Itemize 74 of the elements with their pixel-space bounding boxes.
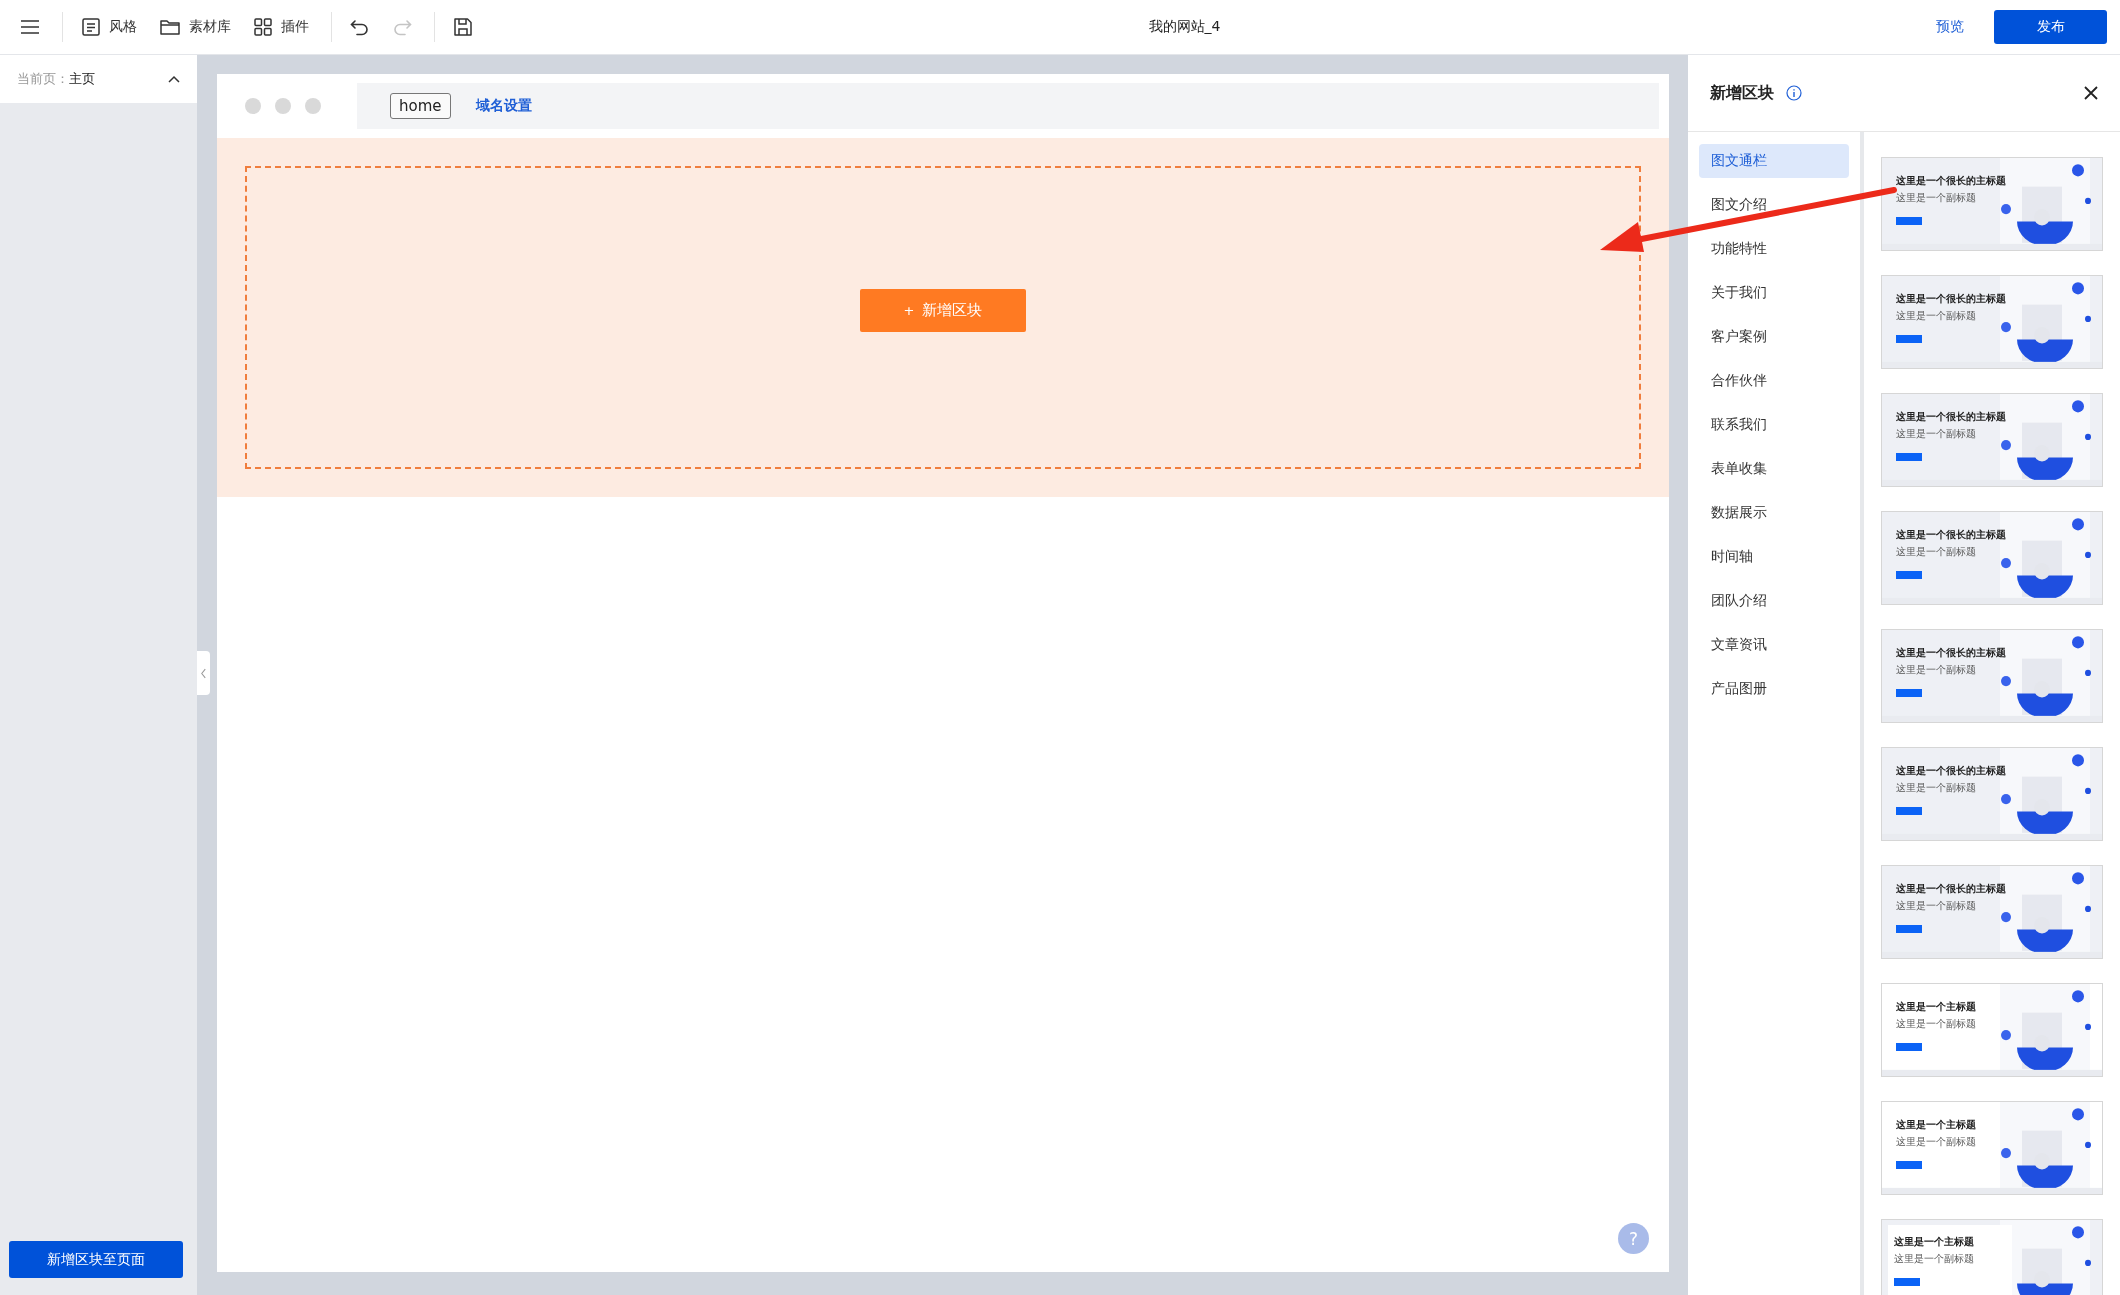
category-item[interactable]: 产品图册	[1699, 672, 1849, 706]
template-thumbnail[interactable]: 这里是一个主标题 这里是一个副标题	[1881, 1219, 2103, 1295]
category-item[interactable]: 关于我们	[1699, 276, 1849, 310]
template-title: 这里是一个很长的主标题	[1896, 528, 2007, 542]
template-title: 这里是一个很长的主标题	[1896, 174, 2007, 188]
folder-icon	[159, 17, 181, 37]
template-button-preview	[1896, 335, 1922, 343]
template-thumbnail[interactable]: 这里是一个很长的主标题 这里是一个副标题	[1881, 747, 2103, 841]
template-thumbnail[interactable]: 这里是一个很长的主标题 这里是一个副标题	[1881, 157, 2103, 251]
category-item[interactable]: 数据展示	[1699, 496, 1849, 530]
template-button-preview	[1896, 453, 1922, 461]
template-subtitle: 这里是一个副标题	[1896, 1135, 1977, 1149]
info-icon[interactable]	[1786, 85, 1802, 101]
template-subtitle: 这里是一个副标题	[1896, 309, 1977, 323]
template-title: 这里是一个主标题	[1894, 1235, 1975, 1249]
template-button-preview	[1896, 1161, 1922, 1169]
template-thumbnail[interactable]: 这里是一个很长的主标题 这里是一个副标题	[1881, 629, 2103, 723]
add-block-to-page-button[interactable]: 新增区块至页面	[9, 1241, 183, 1278]
category-item[interactable]: 文章资讯	[1699, 628, 1849, 662]
template-button-preview	[1896, 217, 1922, 225]
template-subtitle: 这里是一个副标题	[1896, 545, 1977, 559]
template-button-preview	[1896, 689, 1922, 697]
template-thumbnail[interactable]: 这里是一个很长的主标题 这里是一个副标题	[1881, 511, 2103, 605]
template-title: 这里是一个很长的主标题	[1896, 646, 2007, 660]
template-button-preview	[1896, 925, 1922, 933]
collapse-handle[interactable]	[197, 651, 210, 695]
toolbar-button[interactable]: 素材库	[159, 17, 231, 37]
template-title: 这里是一个很长的主标题	[1896, 410, 2007, 424]
current-page-selector[interactable]: 当前页：主页	[0, 55, 197, 103]
template-thumbnail[interactable]: 这里是一个主标题 这里是一个副标题	[1881, 1101, 2103, 1195]
template-title: 这里是一个很长的主标题	[1896, 882, 2007, 896]
document-icon	[81, 17, 101, 37]
page-tab[interactable]: home	[390, 93, 451, 119]
template-title: 这里是一个主标题	[1896, 1118, 1977, 1132]
template-title: 这里是一个很长的主标题	[1896, 764, 2007, 778]
template-title: 这里是一个主标题	[1896, 1000, 1977, 1014]
undo-icon[interactable]	[350, 18, 370, 36]
template-button-preview	[1896, 1043, 1922, 1051]
template-thumbnail[interactable]: 这里是一个很长的主标题 这里是一个副标题	[1881, 275, 2103, 369]
close-icon[interactable]	[2084, 86, 2098, 100]
template-subtitle: 这里是一个副标题	[1894, 1252, 1975, 1266]
category-item[interactable]: 团队介绍	[1699, 584, 1849, 618]
template-subtitle: 这里是一个副标题	[1896, 781, 1977, 795]
template-button-preview	[1896, 807, 1922, 815]
preview-link[interactable]: 预览	[1936, 18, 1964, 36]
window-dots-icon	[245, 98, 321, 114]
publish-button[interactable]: 发布	[1994, 10, 2107, 44]
domain-settings-link[interactable]: 域名设置	[475, 97, 532, 115]
toolbar-button[interactable]: 风格	[81, 17, 137, 37]
template-thumbnail[interactable]: 这里是一个很长的主标题 这里是一个副标题	[1881, 865, 2103, 959]
grid-icon	[253, 17, 273, 37]
template-thumbnail[interactable]: 这里是一个主标题 这里是一个副标题	[1881, 983, 2103, 1077]
category-item[interactable]: 图文介绍	[1699, 188, 1849, 222]
category-item[interactable]: 联系我们	[1699, 408, 1849, 442]
template-subtitle: 这里是一个副标题	[1896, 191, 1977, 205]
template-subtitle: 这里是一个副标题	[1896, 663, 1977, 677]
category-item[interactable]: 客户案例	[1699, 320, 1849, 354]
template-button-preview	[1894, 1278, 1920, 1286]
site-title: 我的网站_4	[1147, 18, 1222, 36]
template-button-preview	[1896, 571, 1922, 579]
save-icon[interactable]	[453, 17, 473, 37]
template-subtitle: 这里是一个副标题	[1896, 427, 1977, 441]
category-item[interactable]: 合作伙伴	[1699, 364, 1849, 398]
toolbar-button[interactable]: 插件	[253, 17, 309, 37]
template-thumbnail[interactable]: 这里是一个很长的主标题 这里是一个副标题	[1881, 393, 2103, 487]
menu-icon[interactable]	[20, 19, 40, 35]
panel-title: 新增区块	[1710, 82, 1774, 104]
template-title: 这里是一个很长的主标题	[1896, 292, 2007, 306]
category-item[interactable]: 时间轴	[1699, 540, 1849, 574]
category-item[interactable]: 表单收集	[1699, 452, 1849, 486]
template-subtitle: 这里是一个副标题	[1896, 899, 1977, 913]
category-item[interactable]: 功能特性	[1699, 232, 1849, 266]
template-subtitle: 这里是一个副标题	[1896, 1017, 1977, 1031]
category-item[interactable]: 图文通栏	[1699, 144, 1849, 178]
